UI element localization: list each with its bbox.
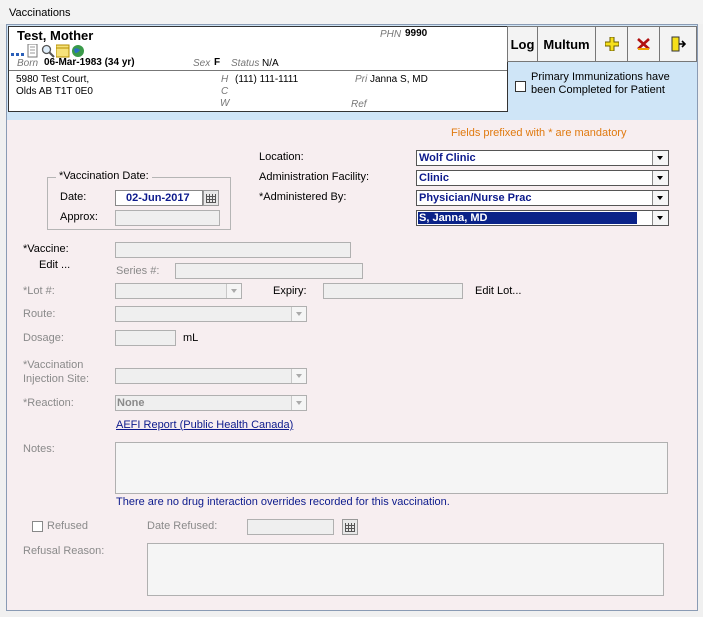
add-button[interactable] [595, 26, 628, 62]
provider-select[interactable]: S, Janna, MD [416, 210, 669, 226]
approx-date-field[interactable] [115, 210, 220, 226]
status-label: Status [231, 58, 260, 69]
born-label: Born [17, 58, 39, 69]
magnifier-icon[interactable] [41, 44, 55, 58]
date-refused-field[interactable] [247, 519, 334, 535]
exit-button[interactable] [659, 26, 697, 62]
log-button[interactable]: Log [507, 26, 538, 62]
approx-label: Approx: [60, 211, 98, 223]
notes-textarea[interactable] [115, 442, 668, 494]
dosage-field[interactable] [115, 330, 176, 346]
refusal-reason-textarea[interactable] [147, 543, 664, 596]
chevron-down-icon [291, 396, 306, 410]
status-value: N/A [262, 58, 279, 69]
edit-lot-link[interactable]: Edit Lot... [475, 285, 521, 297]
phone-home-label: H [221, 74, 229, 85]
date-calendar-icon[interactable] [203, 190, 219, 206]
date-label: Date: [60, 191, 87, 203]
plus-icon [604, 37, 619, 51]
route-label: Route: [23, 308, 56, 320]
primary-immunizations-label: Primary Immunizations have been Complete… [531, 71, 670, 96]
chevron-down-icon [652, 211, 668, 225]
date-refused-calendar-icon[interactable] [342, 519, 358, 535]
lot-label: *Lot #: [23, 285, 55, 297]
date-refused-label: Date Refused: [147, 520, 218, 532]
document-icon[interactable] [26, 43, 40, 58]
refused-checkbox[interactable] [32, 521, 43, 532]
vaccine-field[interactable] [115, 242, 351, 258]
location-label: Location: [259, 151, 304, 163]
vaccine-label: *Vaccine: [23, 243, 69, 255]
chevron-down-icon [652, 191, 668, 205]
patient-card-divider [9, 70, 507, 71]
delete-button[interactable] [627, 26, 660, 62]
reaction-select[interactable]: None [115, 395, 307, 411]
mandatory-note: Fields prefixed with * are mandatory [451, 127, 627, 139]
chevron-down-icon [291, 307, 306, 321]
refusal-reason-label: Refusal Reason: [23, 545, 105, 557]
series-field[interactable] [175, 263, 363, 279]
vaccination-date-group-title: *Vaccination Date: [56, 170, 152, 182]
phone-home-value: (111) 111-1111 [235, 74, 299, 85]
patient-name: Test, Mother [17, 28, 94, 43]
administered-by-select[interactable]: Physician/Nurse Prac [416, 190, 669, 206]
address-line1: 5980 Test Court, [16, 74, 90, 85]
location-select[interactable]: Wolf Clinic [416, 150, 669, 166]
refused-label: Refused [47, 520, 88, 532]
phone-cell-label: C [221, 86, 229, 97]
dosage-unit: mL [183, 332, 199, 344]
phone-work-label: W [220, 98, 230, 109]
expiry-field[interactable] [323, 283, 463, 299]
expiry-label: Expiry: [273, 285, 307, 297]
window-titlebar: Vaccinations [0, 0, 703, 24]
injection-site-label-line1: *Vaccination [23, 359, 84, 371]
notes-label: Notes: [23, 443, 55, 455]
primary-physician-value: Janna S, MD [370, 74, 428, 85]
chevron-down-icon [226, 284, 241, 298]
phn-label: PHN [380, 29, 402, 40]
primary-immunizations-checkbox[interactable] [515, 81, 526, 92]
address-line2: Olds AB T1T 0E0 [16, 86, 93, 97]
calendar-icon[interactable] [55, 44, 70, 58]
globe-icon[interactable] [71, 44, 85, 58]
route-select[interactable] [115, 306, 307, 322]
sex-value: F [214, 57, 221, 68]
phn-value: 9990 [405, 28, 428, 39]
window-title: Vaccinations [9, 7, 71, 19]
injection-site-label-line2: Injection Site: [23, 373, 90, 385]
vaccine-edit-link[interactable]: Edit ... [39, 259, 70, 271]
primary-physician-label: Pri [355, 74, 368, 85]
more-dots-icon[interactable] [11, 44, 25, 58]
reaction-label: *Reaction: [23, 397, 74, 409]
chevron-down-icon [291, 369, 306, 383]
sex-label: Sex [193, 58, 211, 69]
referring-physician-label: Ref [351, 99, 367, 110]
facility-label: Administration Facility: [259, 171, 370, 183]
series-label: Series #: [116, 265, 160, 277]
injection-site-select[interactable] [115, 368, 307, 384]
administered-by-label: *Administered By: [259, 191, 347, 203]
multum-button[interactable]: Multum [537, 26, 596, 62]
lot-select[interactable] [115, 283, 242, 299]
drug-interaction-note: There are no drug interaction overrides … [116, 496, 450, 508]
delete-x-icon [636, 38, 650, 50]
vaccination-date-field[interactable]: 02-Jun-2017 [115, 190, 203, 206]
chevron-down-icon [652, 171, 668, 185]
dosage-label: Dosage: [23, 332, 64, 344]
born-value: 06-Mar-1983 (34 yr) [44, 57, 135, 68]
aefi-report-link[interactable]: AEFI Report (Public Health Canada) [116, 419, 293, 431]
chevron-down-icon [652, 151, 668, 165]
patient-card: Test, Mother PHN 9990 Born 06-Mar-1983 (… [8, 26, 508, 112]
facility-select[interactable]: Clinic [416, 170, 669, 186]
exit-door-icon [671, 36, 686, 52]
